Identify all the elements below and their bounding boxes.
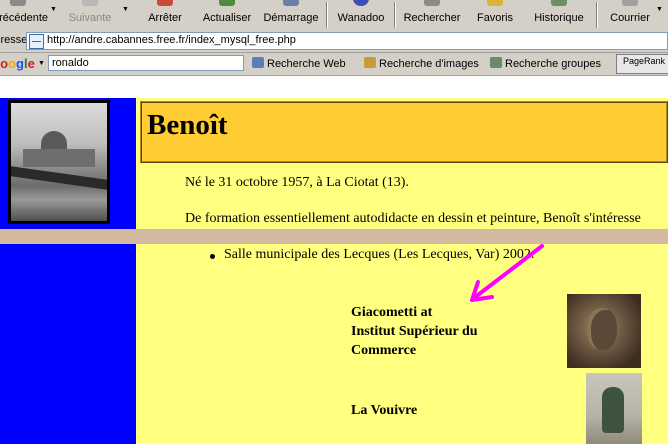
favorites-label: Favoris bbox=[476, 12, 514, 24]
google-dropdown-icon[interactable]: ▼ bbox=[38, 60, 45, 67]
work-title-line: Giacometti at bbox=[351, 305, 433, 320]
bridge-photo-image bbox=[11, 103, 107, 221]
browser-toolbar: Précédente ▼ Suivante ▼ Arrêter Actualis… bbox=[0, 0, 668, 31]
address-label: Adresse bbox=[0, 34, 28, 46]
groups-search-button[interactable]: Recherche groupes bbox=[490, 57, 601, 70]
wanadoo-label: Wanadoo bbox=[337, 12, 385, 24]
search-icon bbox=[424, 0, 440, 6]
toolbar-divider bbox=[596, 2, 598, 28]
home-icon bbox=[283, 0, 299, 6]
history-label: Historique bbox=[534, 12, 584, 24]
image-search-button[interactable]: Recherche d'images bbox=[364, 57, 479, 70]
groups-search-label: Recherche groupes bbox=[505, 58, 602, 70]
forward-dropdown-icon[interactable]: ▼ bbox=[122, 6, 129, 13]
image-icon bbox=[364, 57, 376, 68]
address-url: http://andre.cabannes.free.fr/index_mysq… bbox=[47, 34, 296, 46]
groups-icon bbox=[490, 57, 502, 68]
history-icon bbox=[551, 0, 567, 6]
page-icon bbox=[29, 34, 44, 49]
home-button[interactable]: Démarrage bbox=[260, 0, 322, 30]
page-title: Benoît bbox=[147, 109, 228, 141]
vouivre-thumbnail[interactable] bbox=[586, 373, 642, 444]
toolbar-divider bbox=[394, 2, 396, 28]
back-dropdown-icon[interactable]: ▼ bbox=[50, 6, 57, 13]
stop-label: Arrêter bbox=[148, 12, 182, 24]
stop-button[interactable]: Arrêter bbox=[140, 0, 190, 30]
search-button[interactable]: Rechercher bbox=[400, 0, 464, 30]
pagerank-widget: PageRank bbox=[616, 54, 668, 74]
back-label: Précédente bbox=[0, 12, 48, 24]
mail-dropdown-icon[interactable]: ▼ bbox=[656, 6, 663, 13]
artist-photo bbox=[8, 100, 110, 224]
pink-arrow-icon bbox=[470, 244, 544, 302]
address-field[interactable]: http://andre.cabannes.free.fr/index_mysq… bbox=[26, 32, 668, 50]
divider-band bbox=[0, 229, 668, 244]
refresh-label: Actualiser bbox=[202, 12, 252, 24]
back-arrow-icon bbox=[10, 0, 26, 6]
wanadoo-icon bbox=[353, 0, 369, 6]
mail-label: Courrier bbox=[610, 12, 650, 24]
forward-label: Suivante bbox=[68, 12, 112, 24]
google-search-input[interactable] bbox=[48, 55, 244, 71]
back-button[interactable]: Précédente bbox=[0, 0, 48, 30]
pagerank-label: PageRank bbox=[622, 56, 666, 66]
favorites-button[interactable]: Favoris bbox=[470, 0, 520, 30]
work-title-line: La Vouivre bbox=[351, 403, 418, 418]
search-label: Rechercher bbox=[403, 12, 461, 24]
web-search-button[interactable]: Recherche Web bbox=[252, 57, 346, 70]
wanadoo-button[interactable]: Wanadoo bbox=[332, 0, 390, 30]
work-title-line: Institut Supérieur du bbox=[351, 324, 478, 339]
giacometti-thumbnail[interactable] bbox=[567, 294, 641, 368]
address-bar: Adresse http://andre.cabannes.free.fr/in… bbox=[0, 30, 668, 53]
forward-arrow-icon bbox=[82, 0, 98, 6]
page-top-strip bbox=[0, 76, 668, 98]
google-toolbar: Google ▼ Recherche Web Recherche d'image… bbox=[0, 53, 668, 76]
web-search-label: Recherche Web bbox=[267, 58, 346, 70]
refresh-button[interactable]: Actualiser bbox=[198, 0, 256, 30]
work-title-vouivre[interactable]: La Vouivre bbox=[351, 401, 417, 420]
work-title-line: Commerce bbox=[351, 343, 417, 358]
title-banner: Benoît bbox=[140, 101, 668, 163]
mail-icon bbox=[622, 0, 638, 6]
toolbar-divider bbox=[326, 2, 328, 28]
history-button[interactable]: Historique bbox=[528, 0, 590, 30]
birth-paragraph: Né le 31 octobre 1957, à La Ciotat (13). bbox=[185, 175, 409, 190]
star-icon bbox=[487, 0, 503, 6]
binoculars-icon bbox=[252, 57, 264, 68]
refresh-icon bbox=[219, 0, 235, 6]
google-logo[interactable]: Google bbox=[0, 56, 35, 71]
home-label: Démarrage bbox=[263, 12, 319, 24]
work-title-giacometti[interactable]: Giacometti at Institut Supérieur du Comm… bbox=[351, 303, 478, 360]
mail-button[interactable]: Courrier bbox=[604, 0, 656, 30]
bullet-icon bbox=[210, 254, 215, 259]
forward-button[interactable]: Suivante bbox=[62, 0, 118, 30]
training-paragraph: De formation essentiellement autodidacte… bbox=[185, 211, 641, 226]
image-search-label: Recherche d'images bbox=[379, 58, 479, 70]
stop-icon bbox=[157, 0, 173, 6]
